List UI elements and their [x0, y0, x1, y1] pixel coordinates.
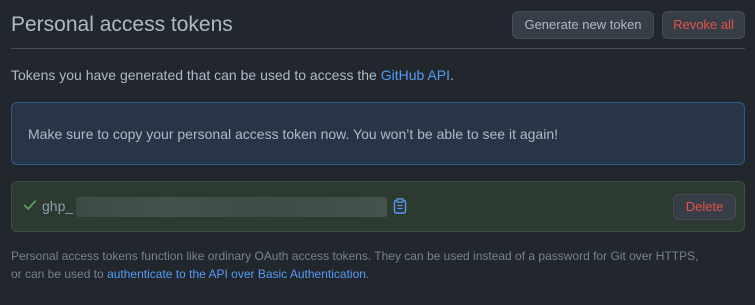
footnote-line-1: Personal access tokens function like ord…: [11, 249, 699, 263]
page-title: Personal access tokens: [11, 13, 233, 36]
intro-text-body: Tokens you have generated that can be us…: [11, 67, 381, 83]
footnote-line-2-suffix: .: [365, 267, 370, 281]
clipboard-icon[interactable]: [393, 198, 407, 214]
copy-token-notice: Make sure to copy your personal access t…: [11, 102, 745, 165]
check-icon: [23, 200, 37, 210]
footnote: Personal access tokens function like ord…: [11, 247, 751, 283]
new-token-row: ghp_ Delete: [11, 181, 745, 232]
redacted-token-value[interactable]: [76, 197, 387, 217]
generate-new-token-button[interactable]: Generate new token: [512, 11, 654, 39]
delete-token-button[interactable]: Delete: [673, 194, 736, 220]
basic-auth-link[interactable]: authenticate to the API over Basic Authe…: [107, 267, 366, 281]
footnote-line-2-prefix: or can be used to: [11, 267, 108, 281]
notice-text: Make sure to copy your personal access t…: [28, 126, 558, 142]
revoke-all-button[interactable]: Revoke all: [662, 11, 745, 39]
intro-text: Tokens you have generated that can be us…: [11, 66, 454, 84]
intro-text-suffix: .: [449, 67, 454, 83]
github-api-link[interactable]: GitHub API: [381, 67, 450, 83]
token-prefix: ghp_: [42, 198, 74, 214]
page-header: Personal access tokens Generate new toke…: [11, 0, 745, 49]
